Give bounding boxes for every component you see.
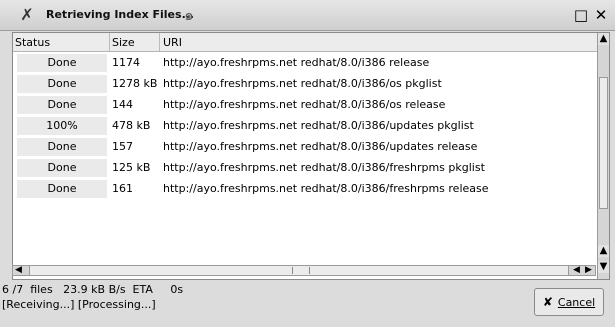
x-logo-icon: ✗ bbox=[20, 5, 34, 24]
size-cell: 125 kB bbox=[112, 161, 151, 174]
size-cell: 478 kB bbox=[112, 119, 151, 132]
scroll-down-arrow-icon[interactable]: ▼ bbox=[598, 261, 609, 273]
uri-cell: http://ayo.freshrpms.net redhat/8.0/i386… bbox=[163, 161, 485, 174]
list-item[interactable]: 100% 478 kB http://ayo.freshrpms.net red… bbox=[13, 116, 597, 136]
uri-cell: http://ayo.freshrpms.net redhat/8.0/i386… bbox=[163, 56, 430, 69]
status-cell: Done bbox=[17, 54, 107, 72]
maximize-icon[interactable]: □ bbox=[573, 7, 589, 23]
swirl-icon: ๑ bbox=[184, 6, 194, 24]
progress-status: 6 /7 files 23.9 kB B/s ETA 0s bbox=[2, 283, 184, 296]
size-cell: 161 bbox=[112, 182, 133, 195]
horizontal-scrollbar[interactable]: ◀ ◀ ▶ bbox=[12, 265, 596, 276]
column-divider bbox=[159, 33, 160, 51]
status-cell: Done bbox=[17, 75, 107, 93]
column-header-uri[interactable]: URI bbox=[163, 36, 182, 49]
horizontal-scroll-thumb[interactable] bbox=[29, 266, 569, 275]
cancel-button[interactable]: ✘ Cancel bbox=[534, 288, 604, 316]
list-item[interactable]: Done 157 http://ayo.freshrpms.net redhat… bbox=[13, 137, 597, 157]
vertical-scroll-thumb[interactable] bbox=[599, 77, 608, 209]
scroll-up-arrow-icon[interactable]: ▲ bbox=[598, 33, 609, 45]
status-cell: Done bbox=[17, 159, 107, 177]
size-cell: 157 bbox=[112, 140, 133, 153]
list-item[interactable]: Done 1174 http://ayo.freshrpms.net redha… bbox=[13, 53, 597, 73]
vertical-scrollbar[interactable]: ▲ ▲ ▼ bbox=[597, 33, 609, 279]
scroll-left-arrow-icon[interactable]: ◀ bbox=[571, 266, 582, 275]
list-item[interactable]: Done 1278 kB http://ayo.freshrpms.net re… bbox=[13, 74, 597, 94]
list-header: Status Size URI bbox=[13, 33, 597, 52]
scroll-left-arrow-icon[interactable]: ◀ bbox=[13, 266, 24, 275]
scroll-right-arrow-icon[interactable]: ▶ bbox=[583, 266, 594, 275]
window-title: Retrieving Index Files... bbox=[46, 8, 195, 21]
column-divider bbox=[109, 33, 110, 51]
scroll-up-arrow-icon[interactable]: ▲ bbox=[598, 245, 609, 257]
status-cell: 100% bbox=[17, 117, 107, 135]
scroll-grip-icon bbox=[292, 267, 310, 274]
list-item[interactable]: Done 125 kB http://ayo.freshrpms.net red… bbox=[13, 158, 597, 178]
size-cell: 1278 kB bbox=[112, 77, 158, 90]
status-cell: Done bbox=[17, 96, 107, 114]
uri-cell: http://ayo.freshrpms.net redhat/8.0/i386… bbox=[163, 140, 478, 153]
status-cell: Done bbox=[17, 138, 107, 156]
uri-cell: http://ayo.freshrpms.net redhat/8.0/i386… bbox=[163, 98, 446, 111]
uri-cell: http://ayo.freshrpms.net redhat/8.0/i386… bbox=[163, 77, 442, 90]
title-bar[interactable]: ✗ Retrieving Index Files... ๑ □ ✕ bbox=[0, 0, 615, 31]
cancel-x-icon: ✘ bbox=[542, 295, 553, 309]
file-list-panel: Status Size URI Done 1174 http://ayo.fre… bbox=[12, 32, 610, 280]
list-item[interactable]: Done 161 http://ayo.freshrpms.net redhat… bbox=[13, 179, 597, 199]
cancel-label: Cancel bbox=[557, 296, 596, 309]
size-cell: 1174 bbox=[112, 56, 140, 69]
close-icon[interactable]: ✕ bbox=[593, 7, 609, 23]
phase-status: [Receiving...] [Processing...] bbox=[2, 298, 156, 311]
column-header-status[interactable]: Status bbox=[15, 36, 50, 49]
uri-cell: http://ayo.freshrpms.net redhat/8.0/i386… bbox=[163, 182, 489, 195]
status-cell: Done bbox=[17, 180, 107, 198]
list-item[interactable]: Done 144 http://ayo.freshrpms.net redhat… bbox=[13, 95, 597, 115]
column-header-size[interactable]: Size bbox=[112, 36, 135, 49]
size-cell: 144 bbox=[112, 98, 133, 111]
uri-cell: http://ayo.freshrpms.net redhat/8.0/i386… bbox=[163, 119, 474, 132]
